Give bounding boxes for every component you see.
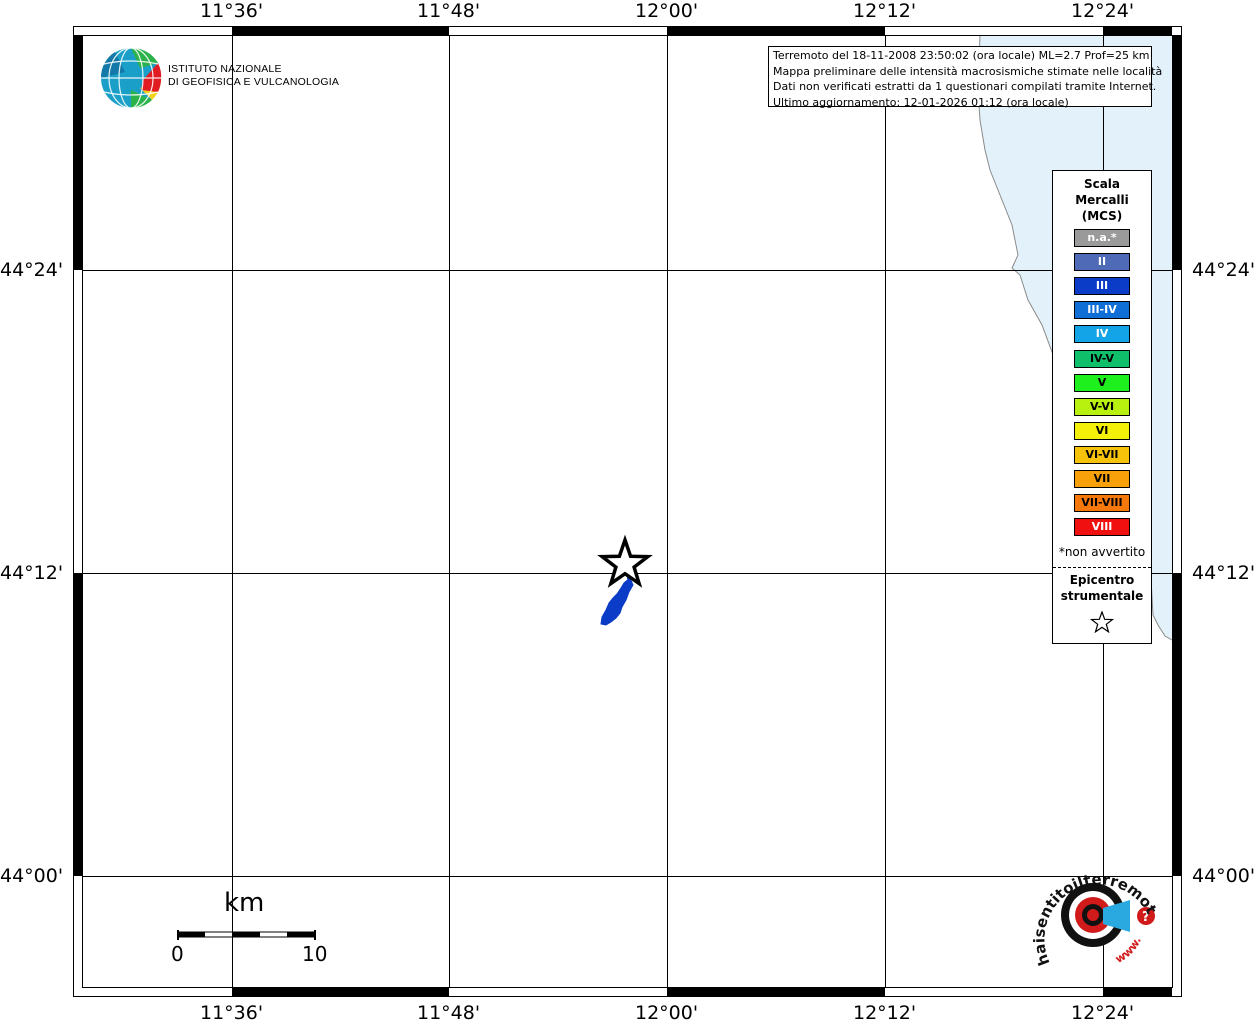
event-info-line2: Mappa preliminare delle intensità macros… bbox=[773, 64, 1163, 78]
legend-epicenter-line2: strumentale bbox=[1060, 589, 1144, 603]
lon-label-bottom-2: 11°48' bbox=[417, 1002, 481, 1024]
legend-swatch: VIII bbox=[1074, 518, 1130, 537]
intensity-area bbox=[600, 577, 634, 626]
lat-label-left-2: 44°12' bbox=[0, 562, 64, 584]
lat-label-right-3: 44°00' bbox=[1192, 865, 1255, 887]
legend-note: *non avvertito bbox=[1058, 545, 1146, 559]
ingv-logo-icon bbox=[100, 47, 162, 109]
scale-start-label: 0 bbox=[171, 942, 184, 966]
brand-www-path: www. bbox=[1113, 935, 1144, 966]
lon-label-bottom-5: 12°24' bbox=[1071, 1002, 1135, 1024]
legend-swatch: III bbox=[1074, 277, 1130, 296]
event-info-line4: Ultimo aggiornamento: 12-01-2026 01:12 (… bbox=[773, 95, 1069, 109]
scale-unit-label: km bbox=[224, 888, 265, 918]
lon-label-top-5: 12°24' bbox=[1071, 0, 1135, 22]
ingv-logo-text: ISTITUTO NAZIONALE DI GEOFISICA E VULCAN… bbox=[168, 63, 339, 89]
lon-label-top-4: 12°12' bbox=[853, 0, 917, 22]
event-info-line1: Terremoto del 18-11-2008 23:50:02 (ora l… bbox=[773, 49, 1150, 62]
ingv-logo-line1: ISTITUTO NAZIONALE bbox=[168, 63, 282, 75]
lon-label-top-1: 11°36' bbox=[200, 0, 264, 22]
svg-text:haisentitoilterremoto.it: haisentitoilterremoto.it bbox=[1020, 845, 1160, 968]
scale-end-label: 10 bbox=[302, 942, 328, 966]
event-info-line3: Dati non verificati estratti da 1 questi… bbox=[773, 80, 1157, 93]
legend-title-line1: Scala bbox=[1083, 177, 1121, 191]
ingv-logo-line2: DI GEOFISICA E VULCANOLOGIA bbox=[168, 76, 340, 88]
legend-title: Scala Mercalli (MCS) bbox=[1053, 176, 1151, 224]
svg-text:www.: www. bbox=[1113, 935, 1144, 966]
legend-epicenter-label: Epicentro strumentale bbox=[1053, 572, 1151, 604]
legend-swatch: VII bbox=[1074, 470, 1130, 488]
haisentito-brand-text: haisentitoilterremoto.it www. bbox=[1020, 845, 1160, 968]
brand-text-path: haisentitoilterremoto.it bbox=[1020, 845, 1160, 968]
legend-swatch: VII-VIII bbox=[1074, 494, 1130, 513]
lat-label-right-2: 44°12' bbox=[1192, 562, 1255, 584]
legend-swatch: IV bbox=[1074, 325, 1130, 344]
mcs-legend: Scala Mercalli (MCS) n.a.* II III III-IV IV I… bbox=[1052, 170, 1152, 644]
epicenter-star bbox=[597, 534, 653, 588]
lon-label-top-3: 12°00' bbox=[635, 0, 699, 22]
legend-swatch: III-IV bbox=[1074, 301, 1130, 320]
legend-swatch: VI-VII bbox=[1074, 445, 1130, 464]
legend-epicenter-line1: Epicentro bbox=[1069, 573, 1135, 587]
lon-label-bottom-3: 12°00' bbox=[635, 1002, 699, 1024]
legend-swatch: IV-V bbox=[1074, 349, 1130, 368]
legend-swatch: n.a.* bbox=[1074, 229, 1130, 247]
lon-label-top-2: 11°48' bbox=[417, 0, 481, 22]
legend-divider bbox=[1053, 567, 1151, 568]
lat-label-left-3: 44°00' bbox=[0, 865, 64, 887]
lon-label-bottom-1: 11°36' bbox=[200, 1002, 264, 1024]
legend-swatch: VI bbox=[1074, 421, 1130, 440]
lon-label-bottom-4: 12°12' bbox=[853, 1002, 917, 1024]
scale-bar bbox=[177, 930, 316, 940]
legend-swatch: V bbox=[1074, 373, 1130, 392]
event-info-box: Terremoto del 18-11-2008 23:50:02 (ora l… bbox=[768, 46, 1163, 109]
legend-swatch: V-VI bbox=[1074, 397, 1130, 416]
legend-title-line2: Mercalli bbox=[1075, 193, 1129, 207]
lat-label-right-1: 44°24' bbox=[1192, 259, 1255, 281]
legend-title-line3: (MCS) bbox=[1081, 209, 1123, 223]
lat-label-left-1: 44°24' bbox=[0, 259, 64, 281]
legend-swatch: II bbox=[1074, 253, 1130, 272]
legend-star-icon bbox=[1090, 611, 1114, 633]
